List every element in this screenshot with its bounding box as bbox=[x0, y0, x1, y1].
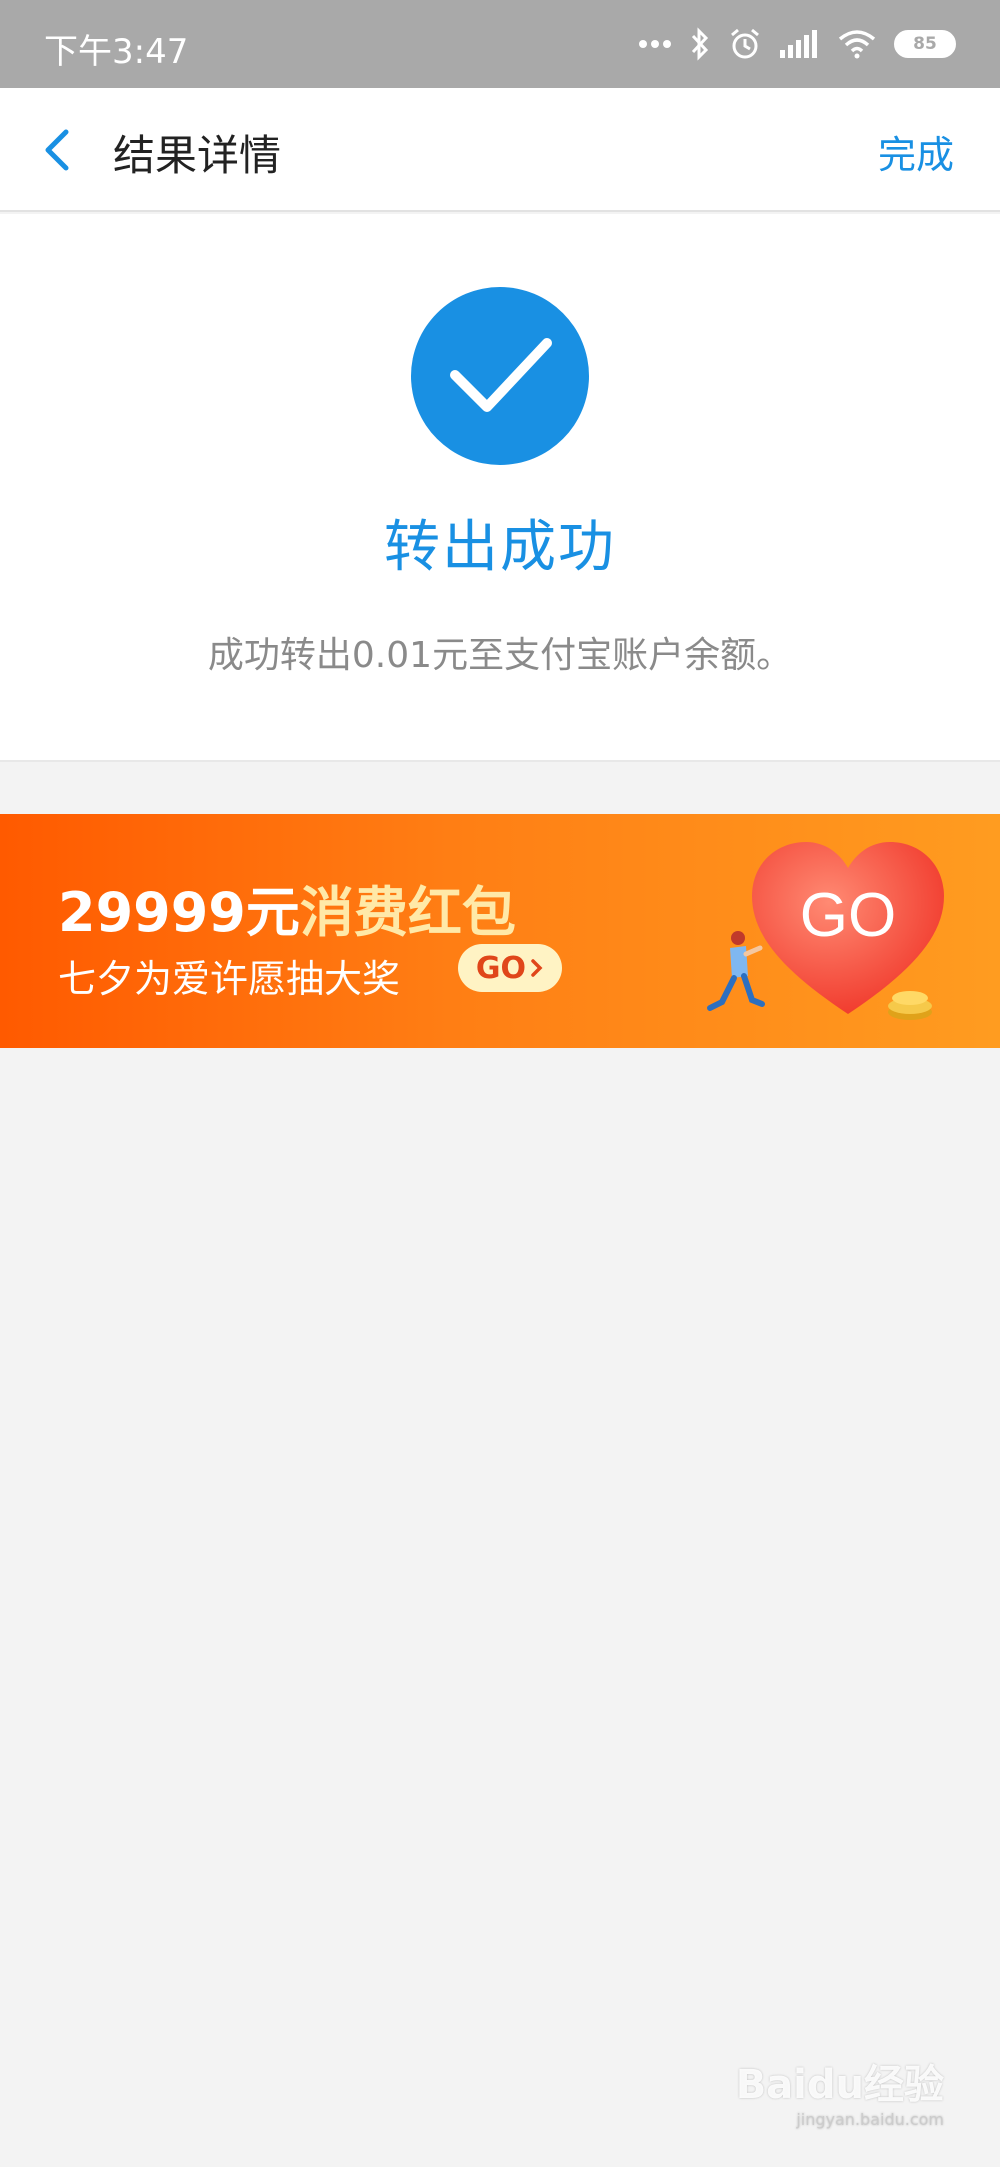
chevron-left-icon bbox=[45, 129, 69, 171]
check-circle-icon bbox=[411, 287, 589, 465]
banner-go-button[interactable]: GO bbox=[458, 944, 562, 992]
wifi-icon bbox=[838, 29, 876, 59]
status-time: 下午3:47 bbox=[44, 32, 189, 72]
promo-banner[interactable]: 29999元消费红包 七夕为爱许愿抽大奖 GO GO bbox=[0, 814, 1000, 1048]
coins-icon bbox=[888, 991, 932, 1020]
status-icons: 85 bbox=[638, 22, 956, 66]
chevron-right-icon bbox=[531, 959, 543, 977]
watermark: Baidu经验 jingyan.baidu.com bbox=[736, 2052, 944, 2129]
page-title: 结果详情 bbox=[113, 131, 282, 180]
banner-title-highlight: 消费红包 bbox=[299, 881, 516, 944]
result-description: 成功转出0.01元至支付宝账户余额。 bbox=[207, 635, 793, 676]
banner-subtitle: 七夕为爱许愿抽大奖 bbox=[58, 957, 401, 1001]
banner-go-label: GO bbox=[475, 950, 527, 986]
alarm-icon bbox=[728, 27, 762, 61]
signal-icon bbox=[780, 30, 820, 58]
status-bar: 下午3:47 85 bbox=[0, 0, 1000, 88]
banner-title: 29999元消费红包 bbox=[58, 868, 516, 947]
battery-icon: 85 bbox=[894, 30, 956, 58]
more-dots-icon bbox=[638, 39, 672, 49]
watermark-url: jingyan.baidu.com bbox=[796, 2110, 944, 2129]
bluetooth-icon bbox=[690, 27, 710, 61]
done-button[interactable]: 完成 bbox=[878, 124, 954, 179]
watermark-text: Baidu经验 bbox=[735, 2062, 944, 2108]
result-title: 转出成功 bbox=[384, 515, 616, 580]
heart-go-label: GO bbox=[800, 881, 896, 950]
back-button[interactable] bbox=[36, 124, 84, 176]
result-card: 转出成功 成功转出0.01元至支付宝账户余额。 bbox=[0, 214, 1000, 762]
banner-title-amount: 29999元 bbox=[58, 881, 300, 944]
nav-bar: 结果详情 完成 bbox=[0, 88, 1000, 212]
